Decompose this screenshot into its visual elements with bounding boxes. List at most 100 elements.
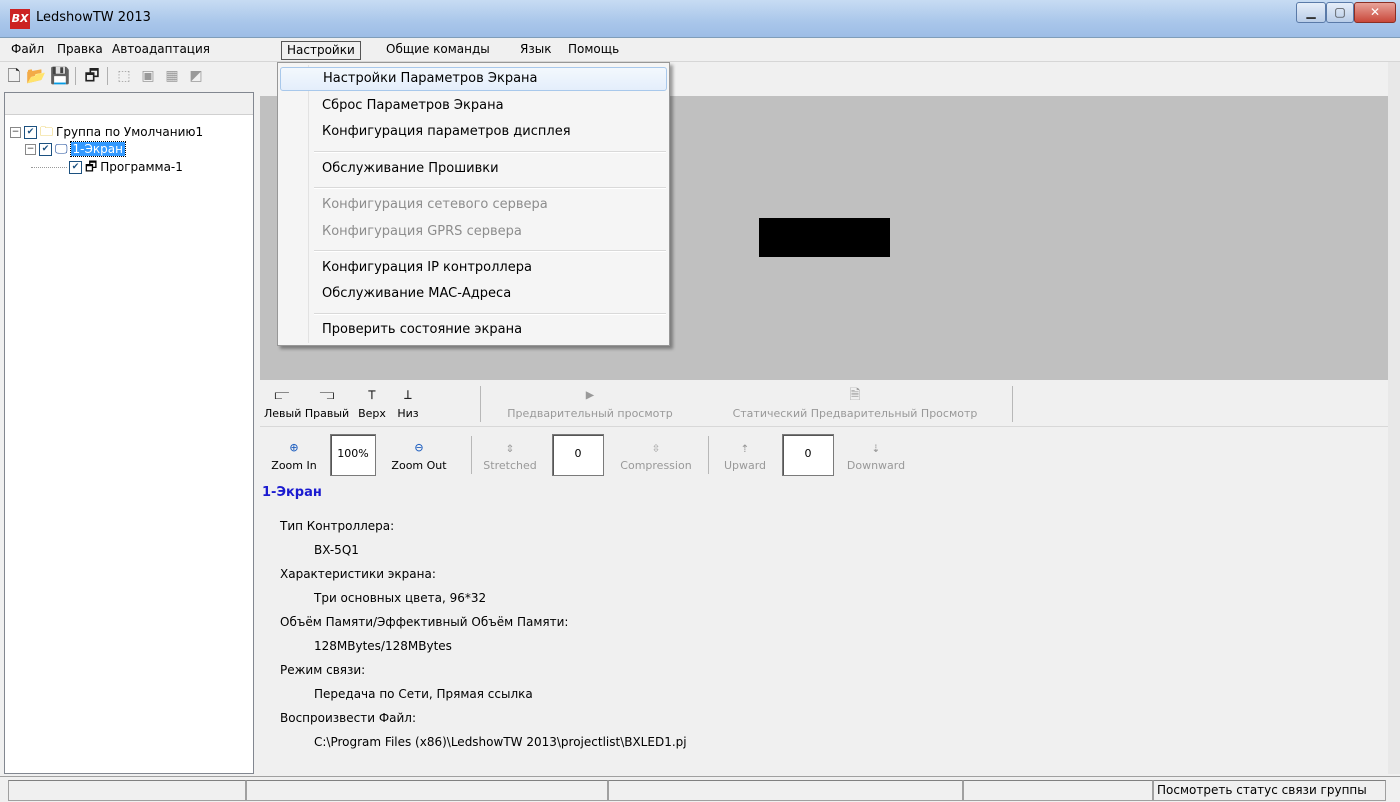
program-icon: 🗗: [85, 159, 98, 175]
collapse-icon[interactable]: −: [10, 127, 21, 138]
menu-item-reset-screen-params[interactable]: Сброс Параметров Экрана: [280, 94, 667, 118]
checkbox-icon[interactable]: ✔: [24, 126, 37, 139]
menu-edit[interactable]: Правка: [52, 41, 108, 60]
led-screen-preview[interactable]: [759, 218, 890, 257]
tree-header: [5, 93, 253, 115]
toolbar-separator: [1012, 386, 1013, 422]
menu-item-gprs-server[interactable]: Конфигурация GPRS сервера: [280, 220, 667, 244]
play-icon: ▶: [585, 387, 595, 403]
text-area-icon[interactable]: ▣: [138, 66, 158, 86]
add-program-icon[interactable]: 🗗: [82, 66, 102, 86]
zoom-in-icon: ⊕: [289, 440, 299, 456]
save-icon[interactable]: 💾: [50, 66, 70, 86]
checkbox-icon[interactable]: ✔: [39, 143, 52, 156]
status-pane-3: [608, 780, 963, 801]
tree-item-label: Программа-1: [100, 160, 183, 174]
screen-props-label: Характеристики экрана:: [280, 567, 436, 581]
menu-item-ip-controller[interactable]: Конфигурация IP контроллера: [280, 256, 667, 280]
screen-tree: − ✔ 🗀 Группа по Умолчанию1 − ✔ 🖵 1-Экран ✔ 🗗 Про…: [4, 92, 254, 774]
menu-item-network-server[interactable]: Конфигурация сетевого сервера: [280, 193, 667, 217]
menu-common-commands[interactable]: Общие команды: [381, 41, 495, 60]
menu-auto-adapt[interactable]: Автоадаптация: [107, 41, 215, 60]
menu-bar: Файл Правка Автоадаптация Настройки Общи…: [0, 38, 1400, 62]
maximize-button[interactable]: ▢: [1326, 2, 1354, 23]
play-file-label: Воспроизвести Файл:: [280, 711, 417, 725]
new-file-icon[interactable]: 🗋: [4, 66, 24, 86]
folder-icon: 🗀: [40, 124, 54, 140]
tree-item-group[interactable]: − ✔ 🗀 Группа по Умолчанию1: [10, 124, 203, 140]
toolbar-separator: [708, 436, 709, 474]
window-title: LedshowTW 2013: [36, 10, 151, 25]
zoom-out-button[interactable]: ⊖ Zoom Out: [384, 438, 454, 474]
align-bottom-icon: ⊥: [403, 387, 413, 403]
align-right-icon: ⫎: [319, 387, 335, 403]
menu-item-display-config[interactable]: Конфигурация параметров дисплея: [280, 120, 667, 144]
zoom-toolbar: ⊕ Zoom In 100% ⊖ Zoom Out ⇕ Stretched 0 ⇳ Co…: [260, 428, 1388, 478]
align-top-button[interactable]: ⊤ Верх: [352, 384, 392, 422]
toolbar-separator: [471, 436, 472, 474]
stretch-icon: ⇕: [505, 440, 515, 456]
group-link-status-pane[interactable]: Посмотреть статус связи группы: [1153, 780, 1386, 801]
compression-button[interactable]: ⇳ Compression: [610, 438, 702, 474]
preview-button[interactable]: ▶ Предварительный просмотр: [484, 384, 696, 422]
document-preview-icon: 🗎: [849, 387, 861, 403]
grid-area-icon[interactable]: ▦: [162, 66, 182, 86]
upward-button[interactable]: ⇡ Upward: [712, 438, 778, 474]
menu-language[interactable]: Язык: [515, 41, 556, 60]
toolbar-separator: [480, 386, 481, 422]
screen-props-value: Три основных цвета, 96*32: [314, 591, 487, 605]
app-logo-icon: BX: [10, 9, 30, 29]
compress-icon: ⇳: [651, 440, 661, 456]
monitor-icon: 🖵: [55, 141, 68, 157]
collapse-icon[interactable]: −: [25, 144, 36, 155]
tree-item-label: Группа по Умолчанию1: [56, 125, 204, 139]
upward-value-field[interactable]: 0: [782, 434, 834, 476]
menu-item-firmware[interactable]: Обслуживание Прошивки: [280, 157, 667, 181]
comm-mode-label: Режим связи:: [280, 663, 366, 677]
downward-button[interactable]: ⇣ Downward: [838, 438, 914, 474]
menu-separator: [314, 187, 666, 189]
align-left-button[interactable]: ⫍ Левый: [264, 384, 301, 422]
menu-separator: [314, 151, 666, 153]
image-area-icon[interactable]: ◩: [186, 66, 206, 86]
toolbar-separator: [75, 67, 76, 85]
menu-settings[interactable]: Настройки: [281, 41, 361, 60]
status-pane-2: [246, 780, 608, 801]
static-preview-button[interactable]: 🗎 Статический Предварительный Просмотр: [700, 384, 1010, 422]
tree-item-program[interactable]: ✔ 🗗 Программа-1: [31, 159, 183, 175]
menu-file[interactable]: Файл: [6, 41, 49, 60]
menu-separator: [314, 313, 666, 315]
align-toolbar: ⫍ Левый ⫎ Правый ⊤ Верх ⊥ Низ ▶ Предварительн…: [260, 382, 1388, 427]
zoom-in-button[interactable]: ⊕ Zoom In: [262, 438, 326, 474]
align-right-button[interactable]: ⫎ Правый: [304, 384, 350, 422]
move-up-icon: ⇡: [740, 440, 750, 456]
zoom-value-field[interactable]: 100%: [330, 434, 376, 476]
align-bottom-button[interactable]: ⊥ Низ: [392, 384, 424, 422]
toolbar-separator: [107, 67, 108, 85]
menu-item-check-screen-status[interactable]: Проверить состояние экрана: [280, 318, 667, 342]
area-icon[interactable]: ⬚: [114, 66, 134, 86]
comm-mode-value: Передача по Сети, Прямая ссылка: [314, 687, 533, 701]
align-top-icon: ⊤: [367, 387, 377, 403]
close-button[interactable]: ✕: [1354, 2, 1396, 23]
title-bar: BX LedshowTW 2013 ▁ ▢ ✕: [0, 0, 1400, 38]
stretched-value-field[interactable]: 0: [552, 434, 604, 476]
right-border-strip: [1388, 62, 1400, 774]
menu-item-mac-address[interactable]: Обслуживание MAC-Адреса: [280, 282, 667, 306]
tree-item-screen[interactable]: − ✔ 🖵 1-Экран: [25, 141, 126, 157]
minimize-button[interactable]: ▁: [1296, 2, 1326, 23]
status-pane-1: [8, 780, 246, 801]
memory-label: Объём Памяти/Эффективный Объём Памяти:: [280, 615, 569, 629]
menu-item-screen-params[interactable]: Настройки Параметров Экрана: [280, 67, 667, 91]
tree-connector: [31, 167, 67, 168]
open-folder-icon[interactable]: 📂: [26, 66, 46, 86]
menu-help[interactable]: Помощь: [563, 41, 624, 60]
checkbox-icon[interactable]: ✔: [69, 161, 82, 174]
status-pane-4: [963, 780, 1153, 801]
controller-type-label: Тип Контроллера:: [280, 519, 395, 533]
menu-separator: [314, 250, 666, 252]
settings-dropdown-menu: Настройки Параметров Экрана Сброс Параме…: [277, 62, 670, 346]
move-down-icon: ⇣: [871, 440, 881, 456]
stretched-button[interactable]: ⇕ Stretched: [474, 438, 546, 474]
zoom-out-icon: ⊖: [414, 440, 424, 456]
